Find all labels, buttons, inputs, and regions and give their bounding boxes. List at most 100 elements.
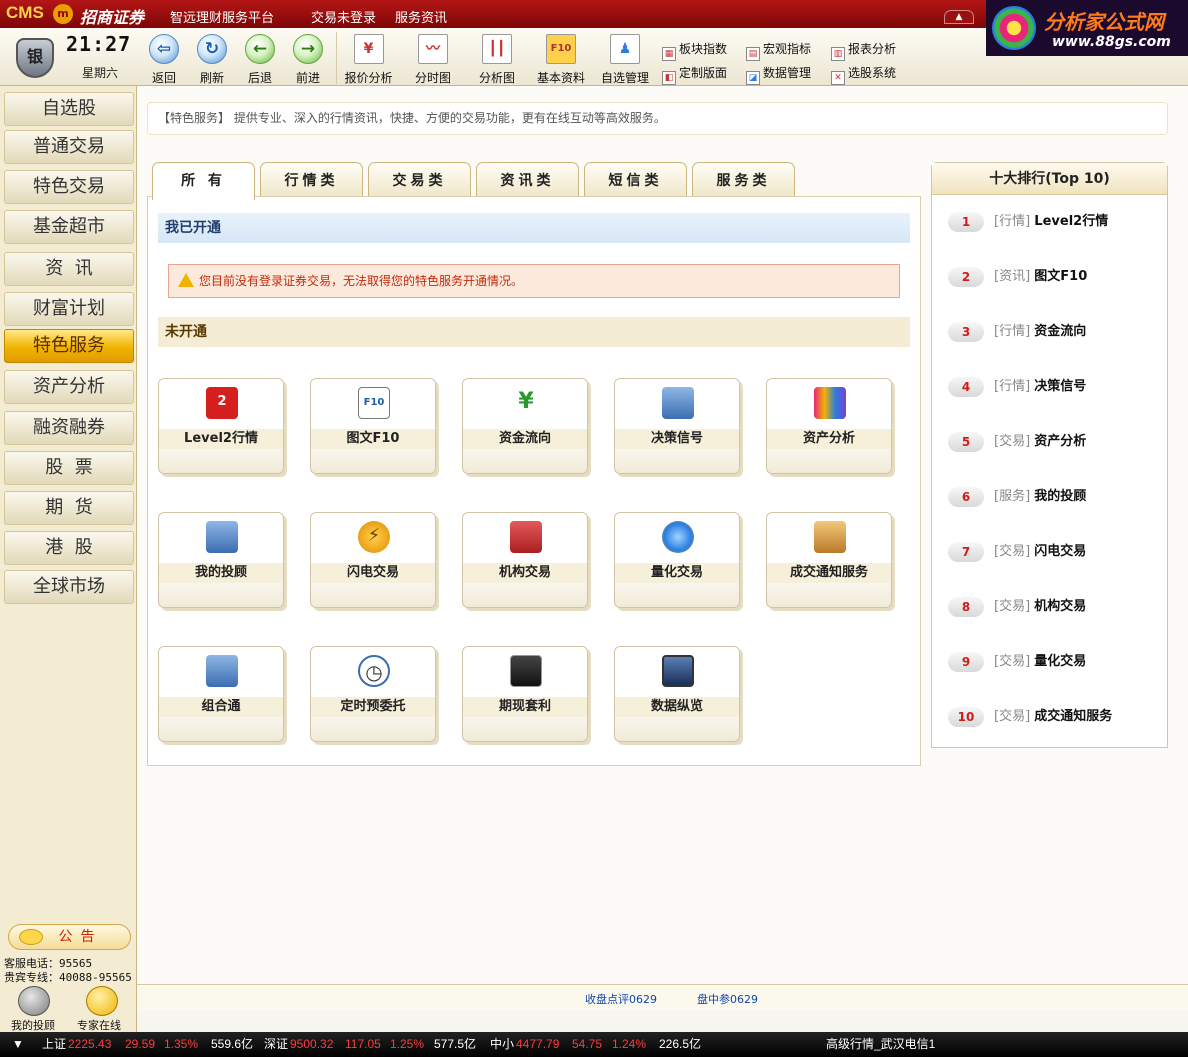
sidebar-item-special-service[interactable]: 特色服务 xyxy=(4,329,134,363)
zx-percent: 1.24% xyxy=(612,1037,647,1051)
service-card-quant-trade[interactable]: 量化交易 xyxy=(614,512,740,608)
ranking-item[interactable]: 8 [交易] 机构交易 xyxy=(948,595,1158,619)
rank-number: 5 xyxy=(948,431,984,452)
stock-select-command[interactable]: ✕ 选股系统 xyxy=(831,64,896,85)
sz-percent: 1.25% xyxy=(390,1037,425,1051)
data-manage-icon: ◪ xyxy=(746,71,760,85)
stock-select-label: 选股系统 xyxy=(848,66,897,80)
service-card-signal[interactable]: 决策信号 xyxy=(614,378,740,474)
sidebar-item-info[interactable]: 资 讯 xyxy=(4,252,134,286)
rank-number: 8 xyxy=(948,596,984,617)
my-advisor-link[interactable]: 我的投顾 xyxy=(11,1017,55,1033)
sidebar-item-fund-market[interactable]: 基金超市 xyxy=(4,210,134,244)
ranking-item[interactable]: 3 [行情] 资金流向 xyxy=(948,320,1158,344)
analysis-chart-button[interactable]: ┃┃ 分析图 xyxy=(470,32,524,85)
ranking-item[interactable]: 4 [行情] 决策信号 xyxy=(948,375,1158,399)
service-card-label: 资金流向 xyxy=(463,429,587,449)
sector-icon: ▦ xyxy=(662,47,676,61)
back-arrow-icon: ⇦ xyxy=(149,34,179,64)
monitor-chart-icon xyxy=(662,655,694,687)
service-card-my-advisor[interactable]: 我的投顾 xyxy=(158,512,284,608)
service-card-asset-analysis[interactable]: 资产分析 xyxy=(766,378,892,474)
left-arrow-icon: ← xyxy=(245,34,275,64)
macro-index-command[interactable]: ▤ 宏观指标 xyxy=(746,40,811,61)
sidebar-item-stocks[interactable]: 股 票 xyxy=(4,451,134,485)
sidebar-item-asset-analysis[interactable]: 资产分析 xyxy=(4,370,134,404)
sidebar-item-futures[interactable]: 期 货 xyxy=(4,491,134,525)
service-card-institution-trade[interactable]: 机构交易 xyxy=(462,512,588,608)
sidebar-item-special-trade[interactable]: 特色交易 xyxy=(4,170,134,204)
status-bar: ▼ 上证 2225.43 29.59 1.35% 559.6亿 深证 9500.… xyxy=(0,1032,1188,1057)
expert-avatar-icon[interactable] xyxy=(86,986,118,1016)
login-status-menu[interactable]: 交易未登录 xyxy=(311,7,376,26)
rank-number: 3 xyxy=(948,321,984,342)
globe-coins-icon xyxy=(662,521,694,553)
notice-button[interactable]: 公告 xyxy=(8,924,131,950)
service-info-menu[interactable]: 服务资讯 xyxy=(395,7,447,26)
collapse-up-icon[interactable]: ▲ xyxy=(944,10,974,24)
tab-sms[interactable]: 短信类 xyxy=(584,162,687,198)
watchlist-manage-button[interactable]: ♟ 自选管理 xyxy=(598,32,652,85)
expert-online-link[interactable]: 专家在线 xyxy=(77,1017,121,1033)
timeshare-button[interactable]: 〰 分时图 xyxy=(406,32,460,85)
service-card-f10[interactable]: F10 图文F10 xyxy=(310,378,436,474)
service-card-portfolio[interactable]: 组合通 xyxy=(158,646,284,742)
basic-info-button[interactable]: F10 基本资料 xyxy=(532,32,590,85)
ranking-item[interactable]: 1 [行情] Level2行情 xyxy=(948,210,1158,234)
closing-review-link[interactable]: 收盘点评0629 xyxy=(585,991,657,1007)
ad-banner[interactable]: 分析家公式网 www.88gs.com xyxy=(986,0,1188,56)
tab-trading[interactable]: 交易类 xyxy=(368,162,471,198)
sidebar-item-normal-trade[interactable]: 普通交易 xyxy=(4,130,134,164)
ranking-item[interactable]: 2 [资讯] 图文F10 xyxy=(948,265,1158,289)
intro-banner: 【特色服务】 提供专业、深入的行情资讯，快捷、方便的交易功能，更有在线互动等高效… xyxy=(147,102,1168,135)
notebook-icon xyxy=(662,387,694,419)
ranking-item[interactable]: 6 [服务] 我的投顾 xyxy=(948,485,1158,509)
ranking-item[interactable]: 7 [交易] 闪电交易 xyxy=(948,540,1158,564)
sidebar-item-hk-stocks[interactable]: 港 股 xyxy=(4,531,134,565)
rank-number: 7 xyxy=(948,541,984,562)
sidebar-item-wealth-plan[interactable]: 财富计划 xyxy=(4,292,134,326)
rank-name: 资产分析 xyxy=(1034,434,1087,449)
service-card-data-overview[interactable]: 数据纵览 xyxy=(614,646,740,742)
service-card-label: 量化交易 xyxy=(615,563,739,583)
brand-name: 招商证券 xyxy=(80,8,145,27)
next-button[interactable]: → 前进 xyxy=(290,32,326,85)
tab-all[interactable]: 所 有 xyxy=(152,162,255,200)
service-card-scheduled-order[interactable]: ◷ 定时预委托 xyxy=(310,646,436,742)
rank-number: 9 xyxy=(948,651,984,672)
service-card-level2[interactable]: 2 Level2行情 xyxy=(158,378,284,474)
data-manage-command[interactable]: ◪ 数据管理 xyxy=(746,64,811,85)
ranking-item[interactable]: 9 [交易] 量化交易 xyxy=(948,650,1158,674)
sidebar-item-global[interactable]: 全球市场 xyxy=(4,570,134,604)
sz-volume: 577.5亿 xyxy=(434,1037,477,1051)
report-analysis-command[interactable]: ▥ 报表分析 xyxy=(831,40,896,61)
ranking-item[interactable]: 10 [交易] 成交通知服务 xyxy=(948,705,1158,729)
sidebar-item-margin[interactable]: 融资融券 xyxy=(4,411,134,445)
service-card-label: 期现套利 xyxy=(463,697,587,717)
service-card-flash-trade[interactable]: ⚡ 闪电交易 xyxy=(310,512,436,608)
back-button[interactable]: ⇦ 返回 xyxy=(146,32,182,85)
advisor-avatar-icon[interactable] xyxy=(18,986,50,1016)
tab-news[interactable]: 资讯类 xyxy=(476,162,579,198)
tab-quotes[interactable]: 行情类 xyxy=(260,162,363,198)
tab-service[interactable]: 服务类 xyxy=(692,162,795,198)
rank-name: 成交通知服务 xyxy=(1034,709,1113,724)
sector-index-command[interactable]: ▦ 板块指数 xyxy=(662,40,727,61)
timeshare-label: 分时图 xyxy=(414,71,451,85)
speech-bubble-icon xyxy=(19,929,43,945)
service-card-fund-flow[interactable]: ¥ 资金流向 xyxy=(462,378,588,474)
service-card-trade-notify[interactable]: 成交通知服务 xyxy=(766,512,892,608)
midday-link[interactable]: 盘中参0629 xyxy=(697,991,758,1007)
rank-number: 4 xyxy=(948,376,984,397)
service-card-label: 组合通 xyxy=(159,697,283,717)
service-card-arbitrage[interactable]: 期现套利 xyxy=(462,646,588,742)
quote-analysis-button[interactable]: ¥ 报价分析 xyxy=(336,32,400,85)
ranking-item[interactable]: 5 [交易] 资产分析 xyxy=(948,430,1158,454)
refresh-button[interactable]: ↻ 刷新 xyxy=(194,32,230,85)
monitor-coins-icon xyxy=(510,655,542,687)
rank-name: 量化交易 xyxy=(1034,654,1087,669)
custom-layout-command[interactable]: ◧ 定制版面 xyxy=(662,64,727,85)
sidebar-item-watchlist[interactable]: 自选股 xyxy=(4,92,134,126)
prev-button[interactable]: ← 后退 xyxy=(242,32,278,85)
menu-down-icon[interactable]: ▼ xyxy=(12,1032,24,1057)
